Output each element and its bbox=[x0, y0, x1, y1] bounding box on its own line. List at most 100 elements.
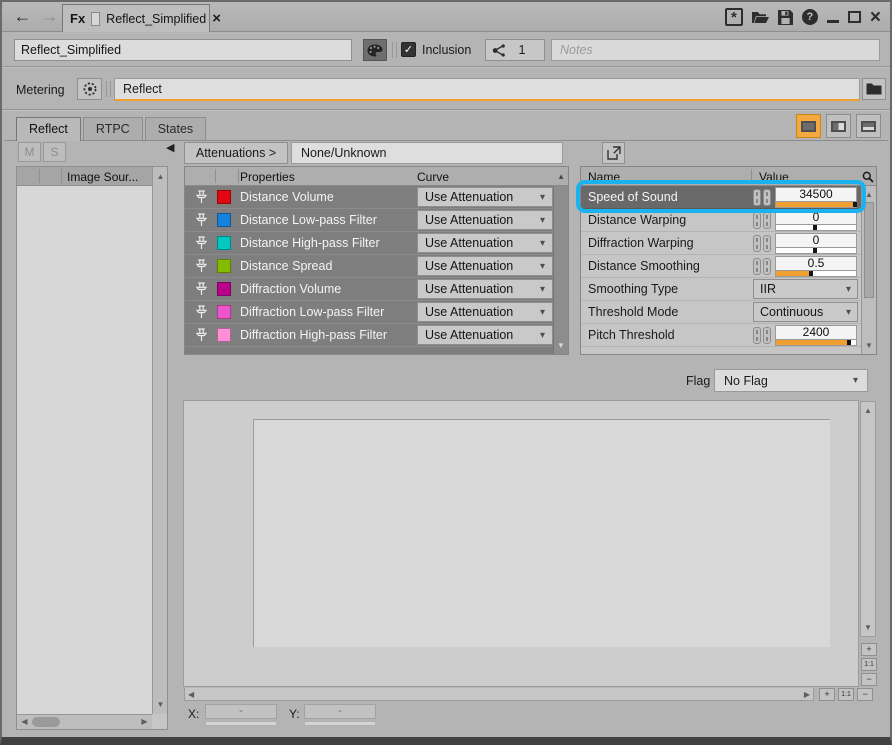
pin-toggle[interactable] bbox=[185, 280, 217, 299]
pin-toggle[interactable] bbox=[185, 326, 217, 345]
window-close-button[interactable]: × bbox=[870, 8, 881, 27]
help-button[interactable]: ? bbox=[802, 9, 818, 25]
setting-row[interactable]: Diffraction Warping0 bbox=[581, 232, 861, 255]
layout-horizontal-split-button[interactable] bbox=[856, 114, 881, 138]
curve-property-row[interactable]: Distance VolumeUse Attenuation▾ bbox=[185, 186, 553, 209]
curve-mode-dropdown[interactable]: Use Attenuation▾ bbox=[417, 279, 553, 299]
curve-mode-dropdown[interactable]: Use Attenuation▾ bbox=[417, 210, 553, 230]
value-slider[interactable] bbox=[775, 340, 857, 346]
inclusion-checkbox[interactable]: ✓ bbox=[401, 42, 416, 57]
scroll-down-icon[interactable]: ▼ bbox=[861, 620, 875, 635]
rtpc-indicator[interactable] bbox=[753, 212, 761, 229]
zoom-out-vertical-button[interactable]: − bbox=[861, 673, 877, 686]
pin-toggle[interactable] bbox=[185, 188, 217, 207]
setting-row[interactable]: Distance Smoothing0.5 bbox=[581, 255, 861, 278]
pin-toggle[interactable] bbox=[185, 234, 217, 253]
setting-row[interactable]: Threshold ModeContinuous▾ bbox=[581, 301, 861, 324]
slider-handle[interactable] bbox=[809, 271, 813, 276]
horizontal-scrollbar[interactable]: ◀ ▶ bbox=[17, 714, 152, 729]
curve-property-row[interactable]: Distance High-pass FilterUse Attenuation… bbox=[185, 232, 553, 255]
zoom-in-vertical-button[interactable]: + bbox=[861, 643, 877, 656]
rtpc-indicator[interactable] bbox=[753, 189, 761, 206]
curve-property-row[interactable]: Distance Low-pass FilterUse Attenuation▾ bbox=[185, 209, 553, 232]
save-button[interactable] bbox=[778, 10, 793, 25]
curve-mode-dropdown[interactable]: Use Attenuation▾ bbox=[417, 302, 553, 322]
value-slider[interactable] bbox=[775, 271, 857, 277]
back-button[interactable]: ← bbox=[10, 4, 35, 29]
curve-property-row[interactable]: Distance SpreadUse Attenuation▾ bbox=[185, 255, 553, 278]
link-indicator[interactable] bbox=[763, 235, 771, 252]
splitter-handle[interactable] bbox=[106, 81, 111, 97]
x-coordinate-field[interactable]: - bbox=[205, 704, 277, 719]
setting-dropdown[interactable]: IIR▾ bbox=[753, 279, 858, 299]
scroll-up-icon[interactable]: ▲ bbox=[153, 169, 168, 184]
layout-single-view-button[interactable] bbox=[796, 114, 821, 138]
scroll-left-icon[interactable]: ◀ bbox=[17, 715, 32, 729]
scrollbar-thumb[interactable] bbox=[32, 717, 60, 727]
value-field[interactable]: 0 bbox=[775, 233, 857, 248]
layout-vertical-split-button[interactable] bbox=[826, 114, 851, 138]
scroll-up-icon[interactable]: ▲ bbox=[862, 187, 876, 202]
slider-handle[interactable] bbox=[853, 202, 857, 207]
mute-button[interactable]: M bbox=[18, 142, 41, 162]
tab-states[interactable]: States bbox=[145, 117, 206, 140]
curve-graph-plot[interactable] bbox=[253, 419, 830, 647]
tab-rtpc[interactable]: RTPC bbox=[83, 117, 143, 140]
curve-property-row[interactable]: Diffraction VolumeUse Attenuation▾ bbox=[185, 278, 553, 301]
curve-mode-dropdown[interactable]: Use Attenuation▾ bbox=[417, 256, 553, 276]
curve-property-row[interactable]: Diffraction Low-pass FilterUse Attenuati… bbox=[185, 301, 553, 324]
link-indicator[interactable] bbox=[763, 327, 771, 344]
notes-input[interactable] bbox=[551, 39, 880, 61]
pin-toggle[interactable] bbox=[185, 211, 217, 230]
scroll-right-icon[interactable]: ▶ bbox=[804, 689, 810, 700]
tab-reflect[interactable]: Reflect bbox=[16, 117, 81, 141]
minimize-button[interactable] bbox=[827, 12, 839, 23]
curve-mode-dropdown[interactable]: Use Attenuation▾ bbox=[417, 325, 553, 345]
attenuations-button[interactable]: Attenuations > bbox=[184, 142, 288, 164]
zoom-out-horizontal-button[interactable]: − bbox=[857, 688, 873, 701]
scroll-left-icon[interactable]: ◀ bbox=[188, 689, 194, 700]
value-field[interactable]: 0.5 bbox=[775, 256, 857, 271]
color-palette-button[interactable] bbox=[363, 39, 387, 61]
image-sources-list[interactable] bbox=[17, 186, 152, 714]
metering-options-button[interactable] bbox=[77, 78, 102, 100]
slider-handle[interactable] bbox=[813, 248, 817, 253]
graph-horizontal-scrollbar[interactable]: ◀ ▶ bbox=[184, 688, 814, 701]
link-indicator[interactable] bbox=[763, 212, 771, 229]
pin-toggle[interactable] bbox=[185, 303, 217, 322]
curve-graph-area[interactable] bbox=[183, 400, 859, 687]
rtpc-indicator[interactable] bbox=[753, 258, 761, 275]
scroll-down-icon[interactable]: ▼ bbox=[153, 697, 168, 712]
slider-handle[interactable] bbox=[847, 340, 851, 345]
maximize-button[interactable] bbox=[848, 11, 861, 23]
value-slider[interactable] bbox=[775, 202, 857, 208]
flag-dropdown[interactable]: No Flag ▾ bbox=[714, 369, 868, 392]
attenuation-name-field[interactable]: None/Unknown bbox=[291, 142, 563, 164]
scroll-down-icon[interactable]: ▼ bbox=[554, 338, 568, 353]
solo-button[interactable]: S bbox=[43, 142, 66, 162]
object-name-input[interactable] bbox=[14, 39, 352, 61]
metering-bus-field[interactable]: Reflect bbox=[114, 78, 860, 101]
vertical-scrollbar[interactable]: ▲ ▼ bbox=[152, 167, 167, 714]
zoom-reset-vertical-button[interactable]: 1:1 bbox=[861, 658, 877, 671]
open-in-editor-button[interactable] bbox=[602, 142, 625, 164]
vertical-scrollbar[interactable]: ▲ ▼ bbox=[861, 186, 876, 354]
sharesets-button[interactable]: 1 bbox=[485, 39, 545, 61]
zoom-in-horizontal-button[interactable]: + bbox=[819, 688, 835, 701]
scroll-up-icon[interactable]: ▲ bbox=[557, 172, 565, 181]
scroll-right-icon[interactable]: ▶ bbox=[137, 715, 152, 729]
setting-row[interactable]: Smoothing TypeIIR▾ bbox=[581, 278, 861, 301]
slider-handle[interactable] bbox=[813, 225, 817, 230]
rtpc-indicator[interactable] bbox=[753, 327, 761, 344]
document-tab[interactable]: Fx Reflect_Simplified × bbox=[62, 4, 210, 32]
link-indicator[interactable] bbox=[763, 258, 771, 275]
link-indicator[interactable] bbox=[763, 189, 771, 206]
pin-toggle[interactable] bbox=[185, 257, 217, 276]
search-button[interactable] bbox=[861, 169, 875, 184]
browse-button[interactable] bbox=[862, 78, 886, 100]
value-field[interactable]: 0 bbox=[775, 210, 857, 225]
curve-property-row[interactable]: Diffraction High-pass FilterUse Attenuat… bbox=[185, 324, 553, 347]
rtpc-indicator[interactable] bbox=[753, 235, 761, 252]
value-field[interactable]: 2400 bbox=[775, 325, 857, 340]
curve-mode-dropdown[interactable]: Use Attenuation▾ bbox=[417, 187, 553, 207]
